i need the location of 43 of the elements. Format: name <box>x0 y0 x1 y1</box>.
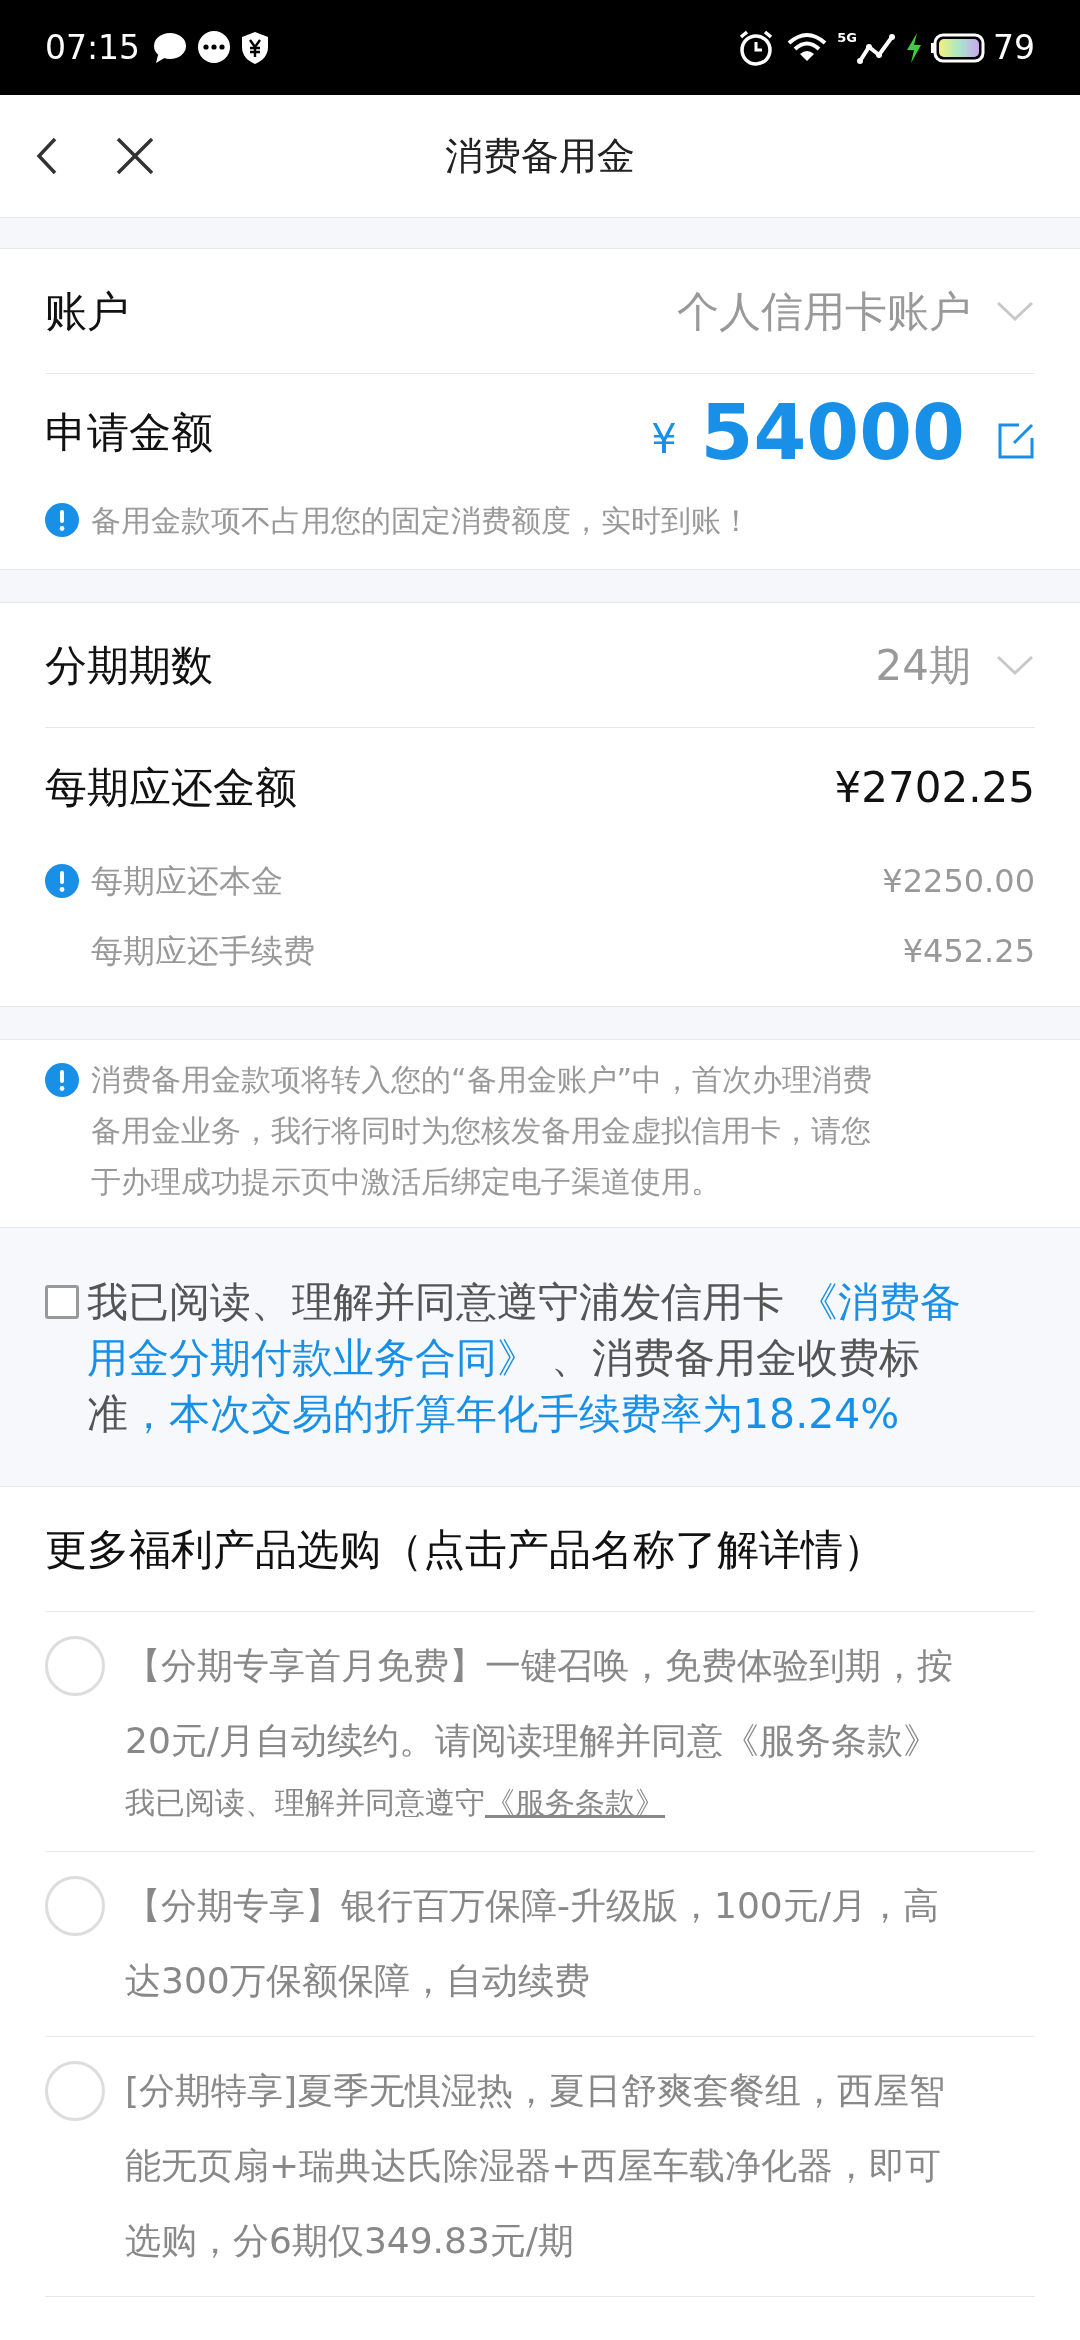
radio-button[interactable] <box>45 1636 105 1696</box>
edit-button[interactable] <box>997 421 1035 460</box>
account-dropdown[interactable]: 个人信用卡账户 <box>677 279 1035 343</box>
edit-icon <box>997 421 1035 460</box>
battery-icon <box>931 32 985 63</box>
status-time: 07:15 <box>45 26 141 69</box>
notice-text: 消费备用金款项将转入您的“备用金账户”中，首次办理消费备用金业务，我行将同时为您核发备用金虚拟信用卡，请您于办理成功提示页中激活后绑定电子渠道使用。 <box>91 1061 874 1201</box>
chevron-down-icon <box>995 299 1035 323</box>
detail-value: ¥2250.00 <box>882 861 1035 902</box>
installments-dropdown[interactable]: 24期 <box>875 633 1035 697</box>
shield-yen-icon <box>240 30 271 65</box>
product-description[interactable]: 【分期专享首月免费】一键召唤，免费体验到期，按20元/月自动续约。请阅读理解并同意《服务条款》 <box>125 1628 965 1778</box>
section-title: 更多福利产品选购（点击产品名称了解详情） <box>45 1523 885 1576</box>
amount-value: 54000 <box>700 394 965 471</box>
charging-icon <box>905 31 923 64</box>
product-description[interactable]: [分期特享]夏季无惧湿热，夏日舒爽套餐组，西屋智能无页扇+瑞典达氏除湿器+西屋车载净化器，即可选购，分6期仅349.83元/期 <box>125 2053 965 2278</box>
battery-level: 79 <box>993 26 1035 69</box>
message-icon <box>196 30 233 65</box>
detail-value: ¥452.25 <box>902 931 1035 972</box>
page-title: 消费备用金 <box>445 132 635 180</box>
field-label: 申请金额 <box>45 407 213 459</box>
info-icon <box>45 1063 79 1097</box>
product-description[interactable]: 【分期专享】银行百万保障-升级版，100元/月，高达300万保额保障，自动续费 <box>125 1868 965 2018</box>
notice-text: 备用金款项不占用您的固定消费额度，实时到账！ <box>91 501 751 540</box>
chat-bubble-icon <box>152 30 189 65</box>
chevron-down-icon <box>995 653 1035 677</box>
radio-button[interactable] <box>45 2061 105 2121</box>
detail-label: 每期应还本金 <box>91 861 283 902</box>
radio-button[interactable] <box>45 1876 105 1936</box>
info-icon <box>45 503 79 537</box>
close-icon <box>115 136 155 176</box>
field-label: 每期应还金额 <box>45 761 297 814</box>
currency-symbol: ¥ <box>651 414 677 464</box>
field-label: 分期期数 <box>45 639 213 692</box>
back-icon <box>35 136 59 176</box>
consent-text: 我已阅读、理解并同意遵守 <box>125 1784 485 1822</box>
checkbox[interactable] <box>45 1285 79 1319</box>
network-label: 5G <box>837 30 857 44</box>
field-label: 账户 <box>45 285 129 338</box>
detail-label: 每期应还手续费 <box>91 931 315 972</box>
terms-link[interactable]: 《服务条款》 <box>485 1780 665 1825</box>
amount-value: ¥2702.25 <box>834 761 1035 814</box>
agreement-text: 我已阅读、理解并同意遵守浦发信用卡 《消费备用金分期付款业务合同》 、消费备用金收费标准，本次交易的折算年化手续费率为18.24% <box>87 1277 963 1440</box>
